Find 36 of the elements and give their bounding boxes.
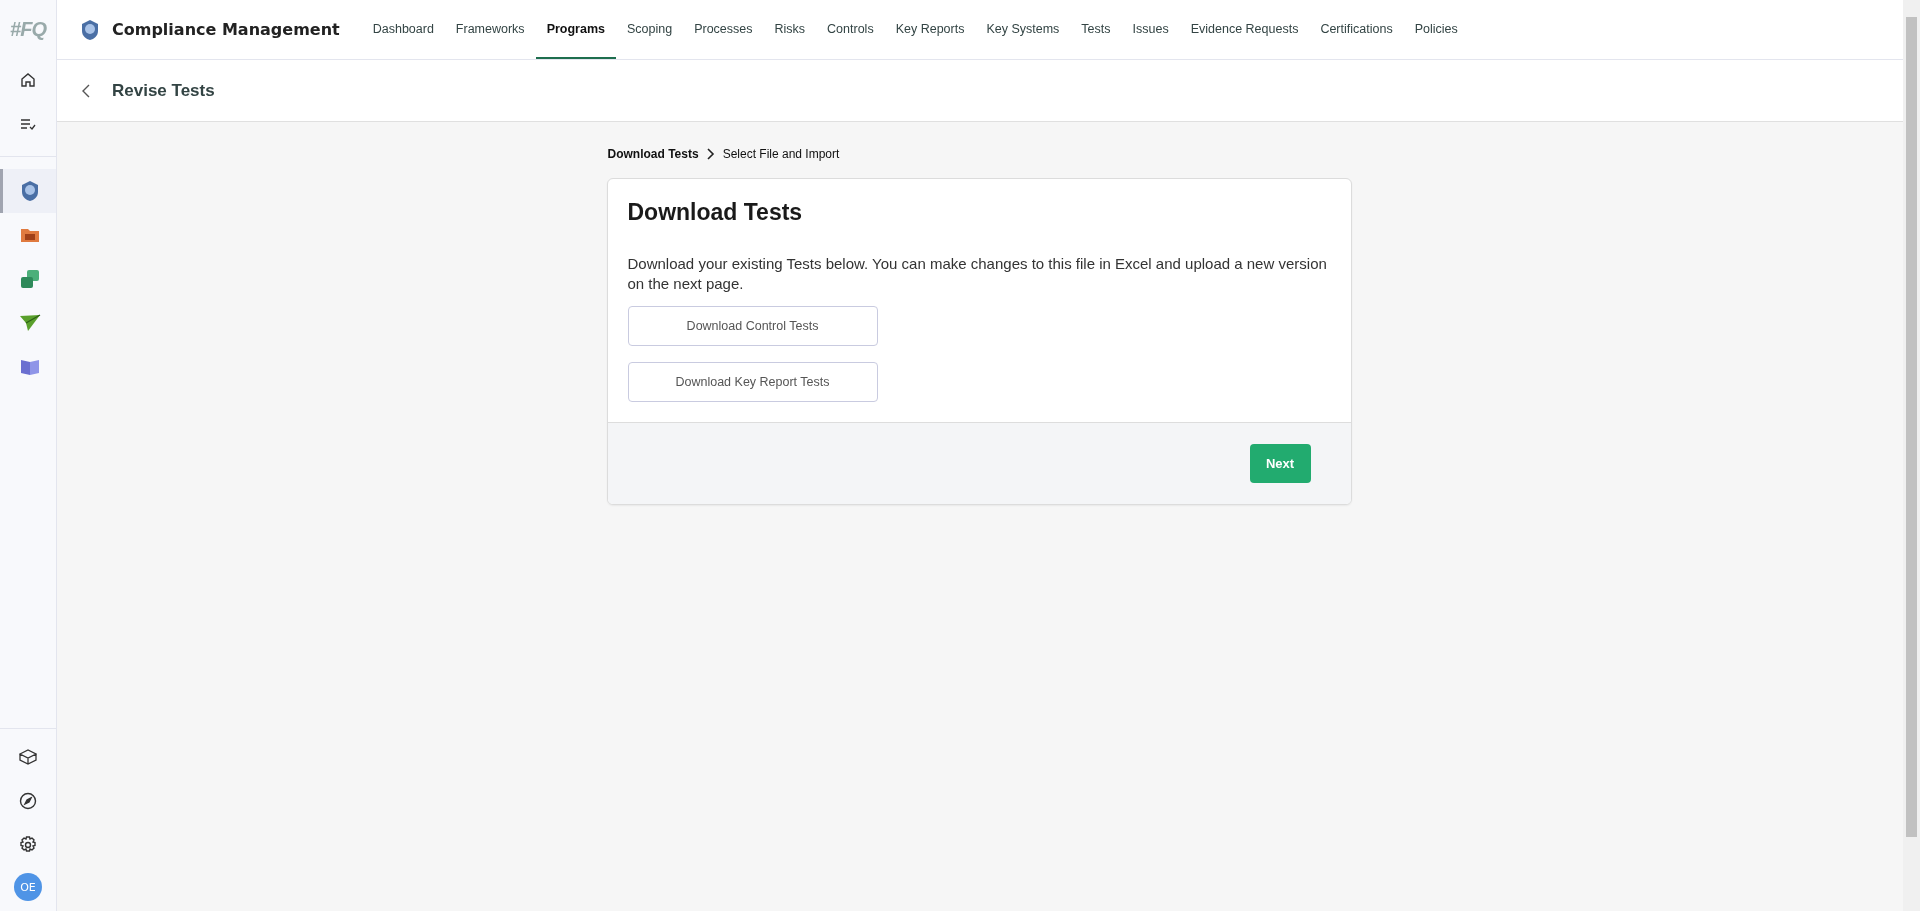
folder-icon [19,227,40,243]
download-button[interactable]: Download Control Tests [627,306,878,346]
nav-tab[interactable]: Tests [1070,0,1122,59]
nav-tab[interactable]: Issues [1121,0,1180,59]
home-icon[interactable] [20,72,36,88]
compass-icon[interactable] [19,792,37,810]
nav-tab[interactable]: Key Reports [884,0,976,59]
nav-tab[interactable]: Risks [763,0,817,59]
shield-icon [80,17,100,42]
nav-tab[interactable]: Controls [816,0,885,59]
nav-tab[interactable]: Certifications [1309,0,1404,59]
card-title: Download Tests [627,199,804,226]
checklist-icon[interactable] [20,118,36,130]
nav-tab[interactable]: Scoping [616,0,684,59]
wizard-step: Select File and Import [722,147,840,161]
nav-tab[interactable]: Evidence Requests [1179,0,1310,59]
box-icon[interactable] [19,749,37,765]
nav-tab[interactable]: Key Systems [975,0,1071,59]
paper-plane-icon [18,314,41,332]
wizard-step: Download Tests [607,147,699,161]
back-icon[interactable] [82,83,90,98]
module-item[interactable] [0,169,56,213]
chevron-right-icon [706,148,715,160]
download-button[interactable]: Download Key Report Tests [627,362,878,402]
card-description: Download your existing Tests below. You can make changes to this file in Excel and upload a new version on the next page. [627,254,1328,294]
sync-squares-icon [19,269,40,289]
shield-icon [19,180,40,202]
nav-tab[interactable]: Processes [683,0,764,59]
nav-tab[interactable]: Policies [1403,0,1469,59]
module-title: Compliance Management [112,20,340,39]
book-icon [19,358,40,376]
nav-tab[interactable]: Frameworks [444,0,536,59]
page-title: Revise Tests [112,80,215,101]
scrollbar[interactable] [1903,0,1920,911]
nav-tab[interactable]: Dashboard [361,0,445,59]
settings-icon[interactable] [19,836,37,854]
